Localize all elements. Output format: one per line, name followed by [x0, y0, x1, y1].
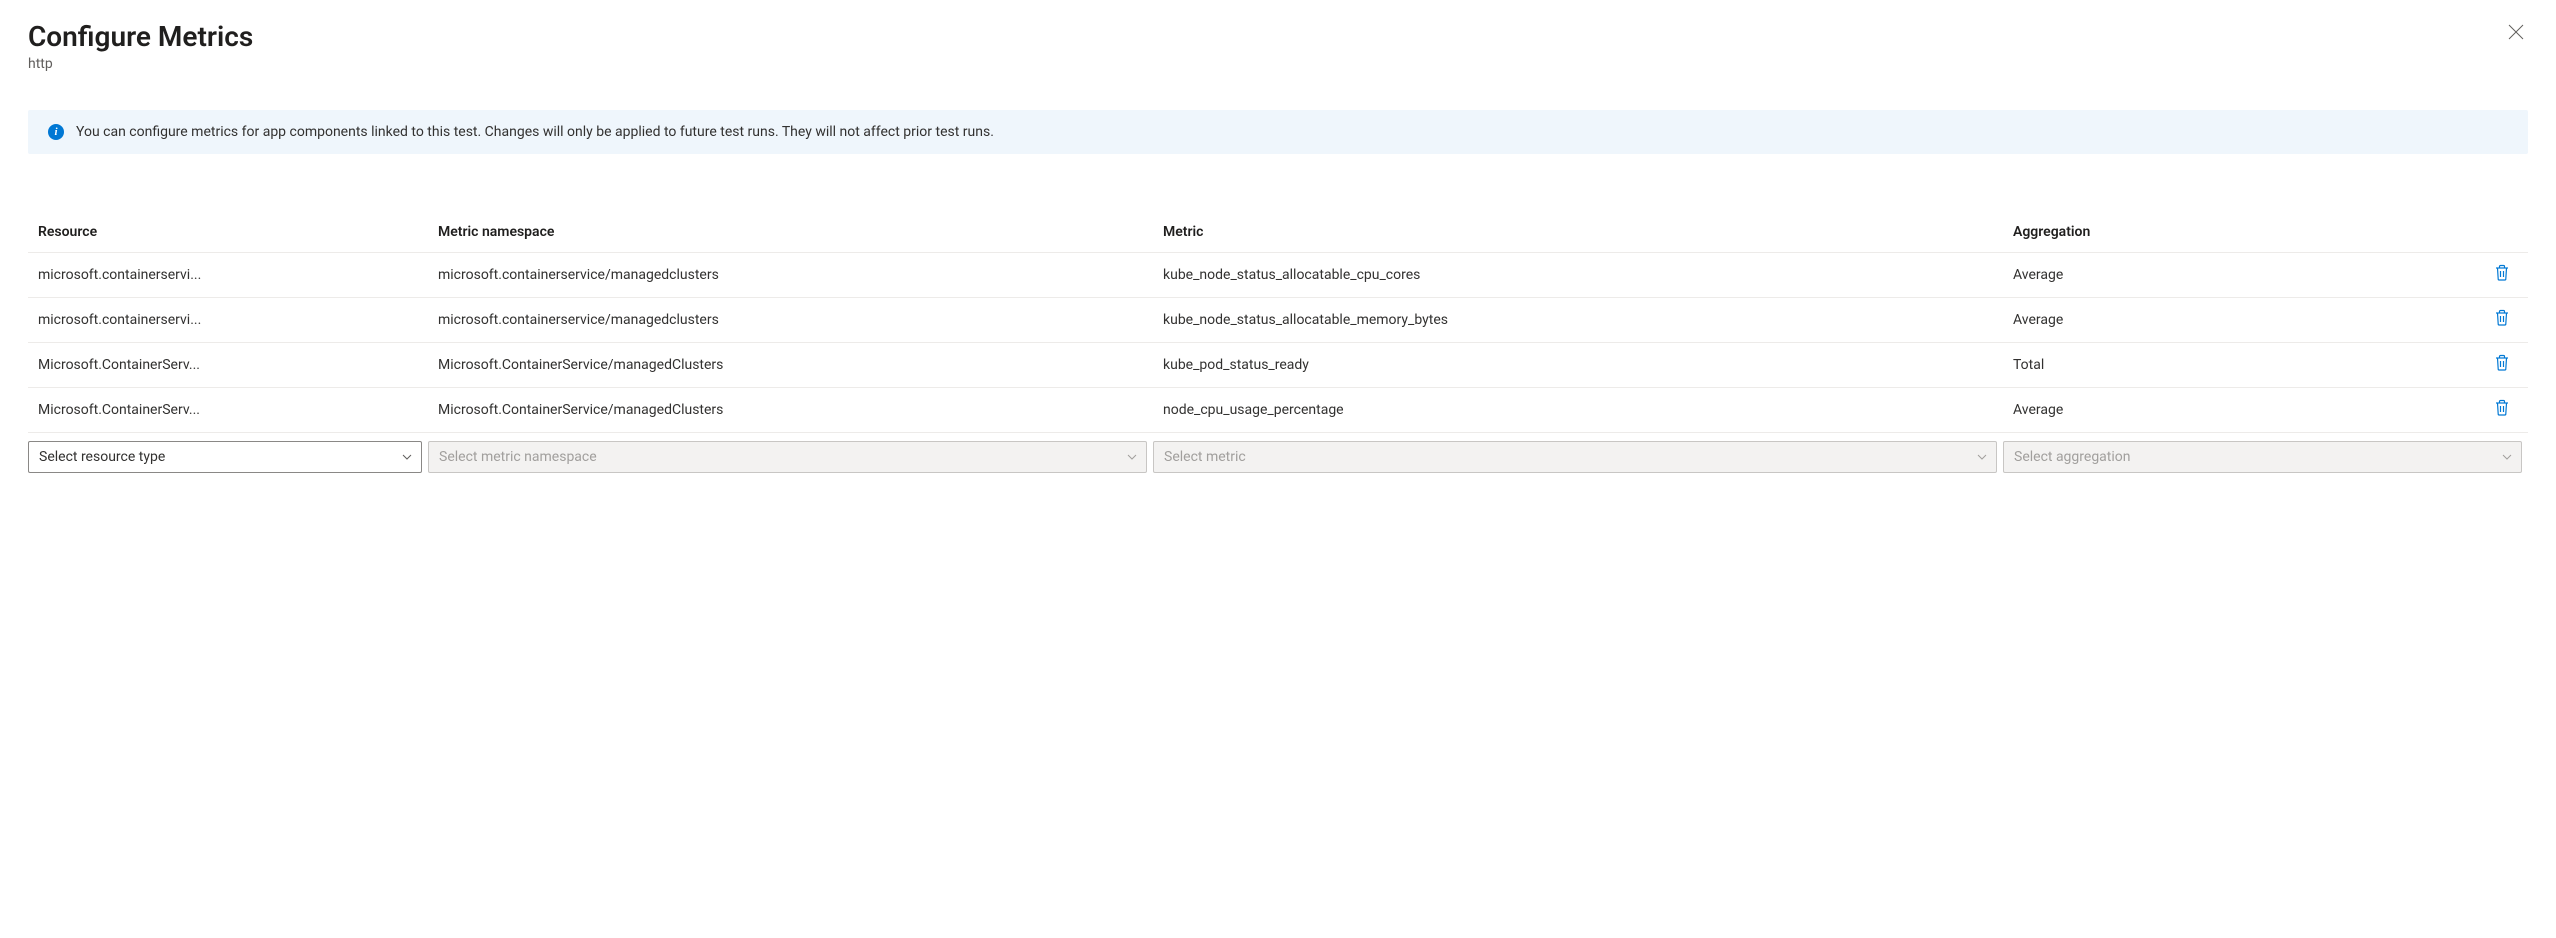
cell-resource: microsoft.containerservi... — [28, 297, 428, 342]
delete-button[interactable] — [2494, 264, 2510, 286]
cell-namespace: Microsoft.ContainerService/managedCluste… — [428, 387, 1153, 432]
cell-aggregation: Total — [2003, 342, 2378, 387]
aggregation-select: Select aggregation — [2003, 441, 2522, 473]
trash-icon — [2494, 354, 2510, 376]
metric-select-label: Select metric — [1164, 449, 1246, 465]
resource-type-select[interactable]: Select resource type — [28, 441, 422, 473]
page-subtitle: http — [28, 56, 253, 72]
cell-namespace: Microsoft.ContainerService/managedCluste… — [428, 342, 1153, 387]
info-icon: i — [48, 124, 64, 140]
column-header-resource: Resource — [28, 212, 428, 253]
table-row: Microsoft.ContainerServ...Microsoft.Cont… — [28, 387, 2528, 432]
cell-resource: Microsoft.ContainerServ... — [28, 342, 428, 387]
cell-metric: node_cpu_usage_percentage — [1153, 387, 2003, 432]
cell-aggregation: Average — [2003, 252, 2378, 297]
cell-resource: Microsoft.ContainerServ... — [28, 387, 428, 432]
page-title: Configure Metrics — [28, 20, 253, 54]
table-row: microsoft.containerservi...microsoft.con… — [28, 252, 2528, 297]
table-row: microsoft.containerservi...microsoft.con… — [28, 297, 2528, 342]
table-row: Microsoft.ContainerServ...Microsoft.Cont… — [28, 342, 2528, 387]
cell-metric: kube_node_status_allocatable_memory_byte… — [1153, 297, 2003, 342]
delete-button[interactable] — [2494, 354, 2510, 376]
chevron-down-icon — [1126, 451, 1138, 463]
metric-namespace-select-label: Select metric namespace — [439, 449, 597, 465]
delete-button[interactable] — [2494, 399, 2510, 421]
aggregation-select-label: Select aggregation — [2014, 449, 2131, 465]
cell-aggregation: Average — [2003, 297, 2378, 342]
trash-icon — [2494, 264, 2510, 286]
column-header-aggregation: Aggregation — [2003, 212, 2378, 253]
metrics-table: Resource Metric namespace Metric Aggrega… — [28, 212, 2528, 481]
cell-namespace: microsoft.containerservice/managedcluste… — [428, 252, 1153, 297]
trash-icon — [2494, 309, 2510, 331]
column-header-namespace: Metric namespace — [428, 212, 1153, 253]
chevron-down-icon — [401, 451, 413, 463]
chevron-down-icon — [1976, 451, 1988, 463]
close-button[interactable] — [2504, 20, 2528, 48]
metric-select: Select metric — [1153, 441, 1997, 473]
resource-type-select-label: Select resource type — [39, 449, 165, 465]
cell-resource: microsoft.containerservi... — [28, 252, 428, 297]
info-banner: i You can configure metrics for app comp… — [28, 110, 2528, 154]
cell-metric: kube_node_status_allocatable_cpu_cores — [1153, 252, 2003, 297]
info-banner-text: You can configure metrics for app compon… — [76, 124, 994, 140]
metric-namespace-select: Select metric namespace — [428, 441, 1147, 473]
cell-metric: kube_pod_status_ready — [1153, 342, 2003, 387]
trash-icon — [2494, 399, 2510, 421]
column-header-action — [2378, 212, 2528, 253]
cell-namespace: microsoft.containerservice/managedcluste… — [428, 297, 1153, 342]
chevron-down-icon — [2501, 451, 2513, 463]
column-header-metric: Metric — [1153, 212, 2003, 253]
delete-button[interactable] — [2494, 309, 2510, 331]
close-icon — [2508, 24, 2524, 44]
cell-aggregation: Average — [2003, 387, 2378, 432]
